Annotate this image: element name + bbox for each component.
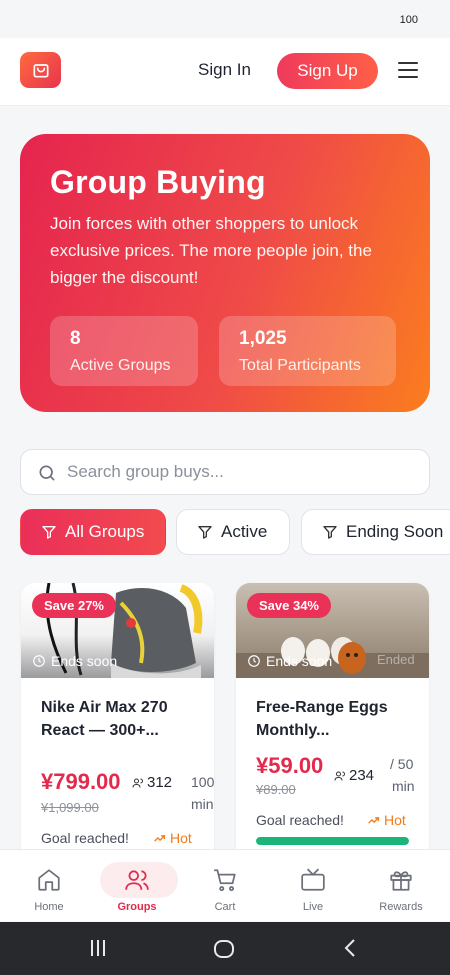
stat-total-participants: 1,025 Total Participants — [219, 316, 396, 386]
goal-min-unit: min — [191, 796, 214, 812]
participants-value: 312 — [147, 774, 173, 791]
filter-icon — [42, 526, 56, 539]
product-title[interactable]: Free-Range Eggs Monthly... — [256, 696, 416, 742]
status-bar: 100 — [0, 0, 450, 38]
filter-active[interactable]: Active — [176, 509, 290, 555]
sign-up-button[interactable]: Sign Up — [277, 53, 378, 89]
users-icon — [125, 870, 149, 890]
goal-min-unit: min — [392, 778, 415, 794]
discount-badge: Save 27% — [32, 593, 116, 618]
filter-label: All Groups — [65, 522, 145, 541]
stat-value: 8 — [70, 328, 81, 349]
participants-value: 234 — [349, 767, 375, 784]
gift-icon — [390, 871, 412, 891]
cart-icon — [214, 869, 236, 892]
goal-min-value: 100 — [191, 774, 214, 790]
hamburger-menu-icon[interactable] — [398, 62, 418, 78]
ends-soon-label: Ends soon — [247, 653, 332, 669]
filter-label: Ending Soon — [346, 522, 444, 541]
search-icon — [39, 465, 55, 481]
nav-groups[interactable]: Groups — [92, 850, 182, 922]
nav-label: Cart — [214, 901, 236, 913]
hero-description: Join forces with other shoppers to unloc… — [50, 214, 372, 287]
stat-value: 1,025 — [239, 328, 287, 349]
goal-progress-fill — [256, 837, 409, 845]
ended-label: Ended — [377, 652, 415, 667]
group-price: ¥59.00 — [256, 753, 324, 778]
filter-ending-soon[interactable]: Ending Soon — [301, 509, 450, 555]
app-header: Sign In Sign Up — [0, 38, 450, 106]
group-price: ¥799.00 — [41, 769, 121, 794]
filter-icon — [198, 526, 212, 539]
search-input[interactable] — [67, 460, 407, 484]
back-icon[interactable] — [341, 938, 361, 958]
nav-cart[interactable]: Cart — [180, 850, 270, 922]
product-title[interactable]: Nike Air Max 270 React — 300+... — [41, 696, 201, 742]
nav-label: Rewards — [379, 901, 423, 913]
hot-tag: Hot — [153, 830, 192, 846]
product-card[interactable]: Save 34% Ends soon Ended Free-Range Eggs… — [236, 583, 429, 863]
search-box — [20, 449, 430, 495]
nav-live[interactable]: Live — [268, 850, 358, 922]
bottom-navigation: Home Groups Cart Live Rewards — [0, 849, 450, 921]
shopping-bag-icon[interactable] — [20, 52, 61, 88]
ends-soon-text: Ends soon — [266, 653, 333, 669]
filter-icon — [323, 526, 337, 539]
trending-up-icon — [154, 834, 166, 842]
nav-rewards[interactable]: Rewards — [356, 850, 446, 922]
sign-in-link[interactable]: Sign In — [198, 60, 251, 80]
discount-badge: Save 34% — [247, 593, 331, 618]
tv-icon — [301, 868, 325, 891]
nav-label: Groups — [117, 901, 157, 913]
system-navigation-bar — [0, 922, 450, 975]
nav-home[interactable]: Home — [4, 850, 94, 922]
trending-up-icon — [368, 816, 380, 824]
filter-label: Active — [221, 522, 268, 541]
original-price: ¥1,099.00 — [41, 800, 99, 815]
participants-count: 234 — [334, 767, 374, 784]
stat-label: Total Participants — [239, 357, 361, 374]
ends-soon-label: Ends soon — [32, 653, 117, 669]
home-button-icon[interactable] — [213, 938, 235, 960]
users-icon — [334, 771, 345, 781]
stat-label: Active Groups — [70, 357, 171, 374]
clock-icon — [33, 655, 45, 667]
hero-banner: Group Buying Join forces with other shop… — [20, 134, 430, 412]
stat-active-groups: 8 Active Groups — [50, 316, 198, 386]
battery-level: 100 — [399, 14, 418, 26]
clock-icon — [248, 655, 260, 667]
recent-apps-icon[interactable] — [88, 938, 108, 958]
goal-min-value: / 50 — [390, 756, 414, 772]
hot-tag: Hot — [367, 812, 406, 828]
participants-count: 312 — [132, 774, 172, 791]
goal-reached-text: Goal reached! — [256, 812, 344, 828]
users-icon — [132, 778, 143, 788]
hot-label: Hot — [384, 812, 406, 828]
nav-label: Home — [34, 901, 64, 913]
ends-soon-text: Ends soon — [51, 653, 118, 669]
home-icon — [38, 869, 60, 891]
goal-progress-bar — [256, 837, 409, 845]
product-card[interactable]: Save 27% Ends soon Nike Air Max 270 Reac… — [21, 583, 214, 863]
original-price: ¥89.00 — [256, 782, 296, 797]
goal-reached-text: Goal reached! — [41, 830, 129, 846]
nav-label: Live — [302, 901, 324, 913]
hot-label: Hot — [170, 830, 192, 846]
filter-all-groups[interactable]: All Groups — [20, 509, 166, 555]
hero-title: Group Buying — [50, 164, 266, 200]
filter-chips: All Groups Active Ending Soon — [20, 509, 450, 555]
